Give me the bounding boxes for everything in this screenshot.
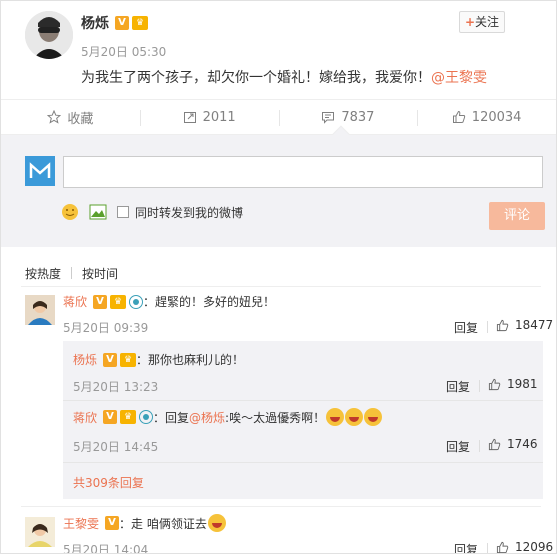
reply-like-count: 1746 — [507, 437, 538, 451]
divider — [487, 543, 488, 553]
reply-time: 5月20日 14:45 — [73, 440, 159, 454]
reply-author[interactable]: 蒋欣 — [73, 409, 97, 426]
divider — [63, 400, 543, 401]
reply-button[interactable]: 回复 — [454, 319, 478, 336]
comment-time: 5月20日 14:04 — [63, 543, 149, 554]
badge-icon — [139, 410, 154, 424]
reply-head: 蒋欣 V ♛ ：回复 @杨烁 :唉～太過優秀啊！ — [73, 408, 383, 426]
like-count: 120034 — [471, 109, 522, 125]
post-mention[interactable]: @王黎雯 — [431, 70, 487, 86]
sync-checkbox[interactable] — [117, 206, 129, 218]
reply-text: :唉～太過優秀啊！ — [225, 410, 326, 425]
emoji-smiley-icon[interactable] — [61, 203, 79, 221]
sync-label: 同时转发到我的微博 — [135, 205, 244, 220]
favorite-button[interactable]: 收藏 — [1, 100, 140, 134]
thumbs-up-icon — [496, 319, 509, 331]
reply-button[interactable]: 回复 — [454, 541, 478, 553]
reply-text: ：那你也麻利儿的！ — [136, 353, 245, 367]
comment-count: 7837 — [341, 109, 375, 125]
reply-like-count: 1981 — [507, 377, 538, 391]
tab-divider — [71, 267, 73, 279]
laughing-emoji-icon — [326, 408, 345, 426]
repost-button[interactable]: 2011 — [139, 100, 279, 134]
laughing-emoji-icon — [364, 408, 383, 426]
reply-time: 5月20日 13:23 — [73, 380, 159, 394]
divider — [479, 440, 480, 452]
post-body: 为我生了两个孩子，却欠你一个婚礼！嫁给我，我爱你！ — [81, 70, 431, 86]
star-icon — [47, 110, 62, 124]
verified-v-icon: V — [93, 294, 108, 309]
comment-text: ：趕緊的！多好的妞兒！ — [143, 295, 276, 309]
thumbs-up-icon — [452, 110, 465, 123]
reply-like-button[interactable]: 1981 — [488, 377, 538, 391]
comment-like-button[interactable]: 12096 — [496, 540, 554, 554]
repost-count: 2011 — [202, 109, 236, 125]
badge-icon — [129, 294, 144, 309]
favorite-label: 收藏 — [67, 111, 94, 127]
follow-button[interactable]: +关注 — [459, 11, 505, 33]
laughing-emoji-icon — [207, 514, 226, 532]
sort-tabs: 按热度 按时间 — [25, 265, 118, 282]
comment-author[interactable]: 蒋欣 — [63, 293, 87, 310]
member-crown-icon: ♛ — [120, 410, 137, 424]
plus-icon: + — [464, 15, 476, 29]
verified-v-icon: V — [115, 16, 129, 30]
follow-label: 关注 — [475, 15, 500, 29]
more-replies-link[interactable]: 共309条回复 — [73, 474, 144, 491]
commenter-avatar[interactable] — [25, 517, 55, 547]
comment-like-button[interactable]: 18477 — [496, 318, 553, 332]
tab-by-hot[interactable]: 按热度 — [25, 265, 61, 282]
member-crown-icon: ♛ — [120, 352, 137, 367]
repost-icon — [183, 112, 196, 123]
divider — [487, 321, 488, 333]
verified-v-icon: V — [105, 516, 120, 530]
author-avatar[interactable] — [25, 11, 73, 59]
comment-input[interactable] — [63, 156, 543, 188]
comment-author[interactable]: 王黎雯 — [63, 515, 99, 532]
post-text: 为我生了两个孩子，却欠你一个婚礼！嫁给我，我爱你！@王黎雯 — [81, 67, 487, 87]
reply-button[interactable]: 回复 — [446, 438, 470, 455]
comment-button[interactable]: 7837 — [278, 100, 418, 134]
comment-time: 5月20日 09:39 — [63, 321, 149, 335]
reply-prefix: ：回复 — [153, 410, 190, 425]
comment-like-count: 18477 — [515, 318, 554, 332]
action-bar: 收藏 2011 7837 120034 — [1, 99, 556, 135]
replies-box: 杨烁 V ♛ ：那你也麻利儿的！ 5月20日 13:23 回复 1981 蒋欣 … — [63, 341, 543, 499]
thumbs-up-icon — [496, 541, 509, 553]
member-crown-icon: ♛ — [132, 16, 148, 30]
reply-button[interactable]: 回复 — [446, 378, 470, 395]
verified-v-icon: V — [103, 410, 118, 424]
comment-text: ：走 咱俩领证去 — [119, 516, 207, 531]
divider — [63, 462, 543, 463]
comment-composer: 同时转发到我的微博 评论 — [1, 125, 556, 247]
member-crown-icon: ♛ — [110, 294, 127, 309]
reply-mention[interactable]: @杨烁 — [189, 409, 225, 426]
composer-tools: 同时转发到我的微博 — [61, 203, 243, 221]
weibo-post-card: 杨烁 V ♛ 5月20日 05:30 +关注 为我生了两个孩子，却欠你一个婚礼！… — [0, 0, 557, 554]
reply-head: 杨烁 V ♛ ：那你也麻利儿的！ — [73, 351, 244, 368]
divider — [479, 380, 480, 392]
comment-icon — [322, 112, 335, 124]
divider — [21, 506, 541, 507]
tab-by-time[interactable]: 按时间 — [82, 265, 118, 282]
comment-head: 蒋欣 V ♛ ：趕緊的！多好的妞兒！ — [63, 293, 275, 310]
laughing-emoji-icon — [345, 408, 364, 426]
image-icon[interactable] — [89, 204, 107, 220]
thumbs-up-icon — [488, 438, 501, 450]
comment-like-count: 12096 — [515, 540, 554, 554]
post-time[interactable]: 5月20日 05:30 — [81, 43, 166, 60]
divider — [21, 286, 541, 287]
verified-v-icon: V — [103, 352, 118, 367]
author-name[interactable]: 杨烁 — [81, 13, 109, 33]
thumbs-up-icon — [488, 378, 501, 390]
current-user-avatar — [25, 156, 55, 186]
submit-comment-button[interactable]: 评论 — [489, 202, 545, 230]
author-row: 杨烁 V ♛ — [81, 13, 148, 33]
like-button[interactable]: 120034 — [417, 100, 556, 134]
reply-author[interactable]: 杨烁 — [73, 351, 97, 368]
reply-like-button[interactable]: 1746 — [488, 437, 538, 451]
comment-head: 王黎雯 V ：走 咱俩领证去 — [63, 514, 226, 532]
commenter-avatar[interactable] — [25, 295, 55, 325]
post-header: 杨烁 V ♛ 5月20日 05:30 +关注 为我生了两个孩子，却欠你一个婚礼！… — [1, 1, 556, 99]
